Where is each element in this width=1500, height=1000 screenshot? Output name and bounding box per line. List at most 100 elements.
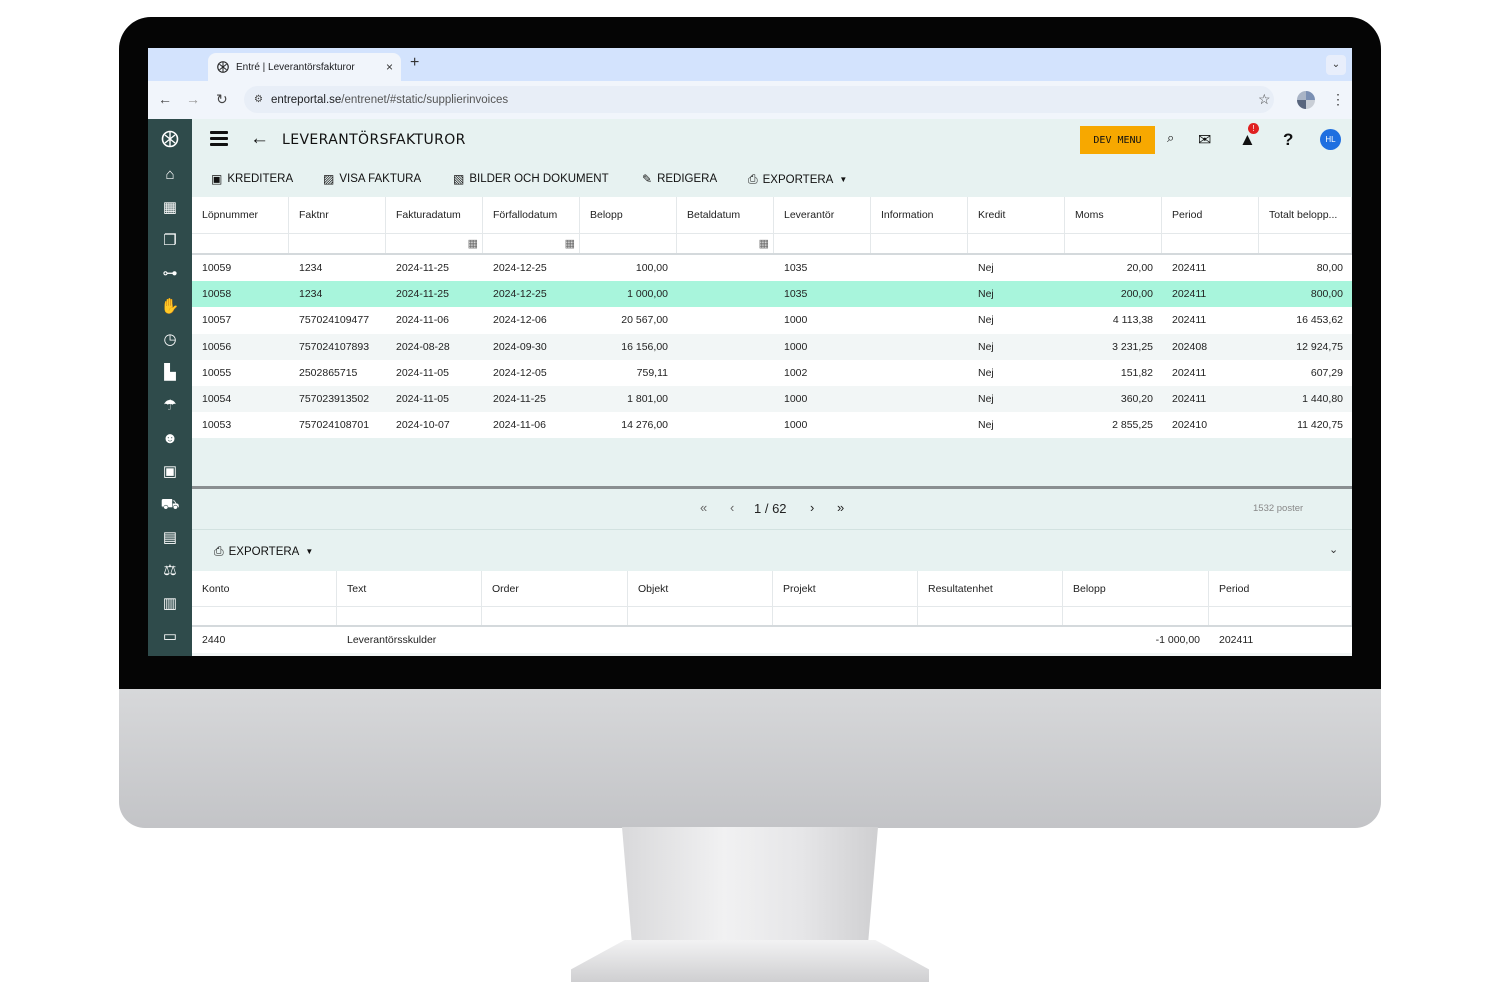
laptop-icon[interactable]: ▭ bbox=[159, 627, 181, 647]
filter-input[interactable] bbox=[482, 607, 628, 625]
calculator-icon[interactable]: ▦ bbox=[159, 198, 181, 218]
address-bar[interactable]: ⚙ entreportal.se/entrenet/#static/suppli… bbox=[244, 86, 1274, 113]
filter-input[interactable] bbox=[337, 607, 482, 625]
filter-input[interactable] bbox=[1065, 234, 1162, 253]
table-row[interactable]: 10055 2502865715 2024-11-05 2024-12-05 759,1… bbox=[192, 360, 1352, 386]
reload-icon[interactable]: ↻ bbox=[216, 91, 228, 108]
collapse-chevron-icon[interactable]: ⌄ bbox=[1329, 543, 1338, 556]
column-header[interactable]: Löpnummer bbox=[192, 197, 289, 233]
filter-input[interactable] bbox=[192, 607, 337, 625]
clock-icon[interactable]: ◷ bbox=[159, 330, 181, 350]
filter-input[interactable] bbox=[1259, 234, 1352, 253]
hand-holding-icon[interactable]: ☂ bbox=[159, 396, 181, 416]
home-icon[interactable]: ⌂ bbox=[159, 165, 181, 185]
browser-menu-icon[interactable]: ⋮ bbox=[1331, 91, 1345, 108]
table-row[interactable]: 10053 757024108701 2024-10-07 2024-11-06 14 … bbox=[192, 412, 1352, 438]
column-header[interactable]: Kredit bbox=[968, 197, 1065, 233]
envelope-icon[interactable]: ✉ bbox=[1198, 130, 1211, 150]
calendar-icon[interactable]: ▦ bbox=[565, 237, 575, 250]
column-header[interactable]: Moms bbox=[1065, 197, 1162, 233]
table-row[interactable]: 2640Ingående moms 200,00202411 bbox=[192, 653, 1352, 656]
money-icon[interactable]: ▤ bbox=[159, 528, 181, 548]
last-page-icon[interactable]: » bbox=[837, 500, 844, 515]
table-row[interactable]: 10057 757024109477 2024-11-06 2024-12-06 20 … bbox=[192, 307, 1352, 333]
bilder-och-dokument-button[interactable]: ▧ BILDER OCH DOKUMENT bbox=[453, 172, 609, 186]
table-cell bbox=[871, 307, 968, 333]
truck-icon[interactable]: ⛟ bbox=[159, 495, 181, 515]
column-header[interactable]: Förfallodatum bbox=[483, 197, 580, 233]
column-header[interactable]: Faktnr bbox=[289, 197, 386, 233]
column-header[interactable]: Projekt bbox=[773, 571, 918, 606]
filter-input[interactable] bbox=[774, 234, 871, 253]
filter-input[interactable] bbox=[1063, 607, 1209, 625]
new-tab-button[interactable]: + bbox=[410, 54, 419, 72]
column-header[interactable]: Belopp bbox=[1063, 571, 1209, 606]
exportera-button[interactable]: ⎙ EXPORTERA ▼ bbox=[748, 172, 847, 187]
caret-down-icon: ▼ bbox=[839, 175, 848, 184]
search-icon[interactable]: ⌕ bbox=[1167, 130, 1174, 146]
filter-input[interactable] bbox=[192, 234, 289, 253]
industry-icon[interactable]: ▙ bbox=[159, 363, 181, 383]
table-row[interactable]: 10058 1234 2024-11-25 2024-12-25 1 000,00 103… bbox=[192, 281, 1352, 308]
table-row[interactable]: 10059 1234 2024-11-25 2024-12-25 100,00 1035 N… bbox=[192, 255, 1352, 281]
filter-input[interactable]: ▦ bbox=[386, 234, 483, 253]
table-row[interactable]: 10056 757024107893 2024-08-28 2024-09-30 16 … bbox=[192, 333, 1352, 360]
help-icon[interactable]: ? bbox=[1283, 130, 1293, 150]
filter-input[interactable] bbox=[628, 607, 773, 625]
bar-chart-icon[interactable]: ▥ bbox=[159, 594, 181, 614]
entre-logo-icon[interactable] bbox=[159, 129, 181, 149]
dev-menu-button[interactable]: DEV MENU bbox=[1080, 126, 1155, 154]
user-avatar[interactable]: HL bbox=[1320, 129, 1341, 150]
column-header[interactable]: Information bbox=[871, 197, 968, 233]
column-header[interactable]: Resultatenhet bbox=[918, 571, 1063, 606]
org-chart-icon[interactable]: ⊶ bbox=[159, 264, 181, 284]
filter-input[interactable] bbox=[1162, 234, 1259, 253]
filter-input[interactable] bbox=[968, 234, 1065, 253]
filter-input[interactable] bbox=[918, 607, 1063, 625]
filter-input[interactable] bbox=[580, 234, 677, 253]
prev-page-icon[interactable]: ‹ bbox=[730, 500, 734, 515]
forward-arrow-icon[interactable]: → bbox=[186, 91, 200, 107]
filter-input[interactable] bbox=[773, 607, 918, 625]
calendar-icon[interactable]: ▦ bbox=[468, 237, 478, 250]
column-header[interactable]: Konto bbox=[192, 571, 337, 606]
next-page-icon[interactable]: › bbox=[810, 500, 814, 515]
money-bill-icon[interactable]: ▣ bbox=[159, 462, 181, 482]
visa-faktura-button[interactable]: ▨ VISA FAKTURA bbox=[323, 172, 421, 186]
column-header[interactable]: Period bbox=[1162, 197, 1259, 233]
users-icon[interactable]: ☻ bbox=[159, 429, 181, 449]
filter-input[interactable] bbox=[1209, 607, 1352, 625]
copy-documents-icon[interactable]: ❐ bbox=[159, 231, 181, 251]
calendar-icon[interactable]: ▦ bbox=[759, 237, 769, 250]
column-header[interactable]: Text bbox=[337, 571, 482, 606]
tab-search-chevron-icon[interactable]: ⌄ bbox=[1326, 55, 1346, 75]
column-header[interactable]: Leverantör bbox=[774, 197, 871, 233]
filter-input[interactable]: ▦ bbox=[483, 234, 580, 253]
first-page-icon[interactable]: « bbox=[700, 500, 707, 515]
close-tab-icon[interactable]: × bbox=[386, 60, 393, 74]
column-header[interactable]: Objekt bbox=[628, 571, 773, 606]
column-header[interactable]: Totalt belopp... bbox=[1259, 197, 1352, 233]
detail-exportera-button[interactable]: ⎙ EXPORTERA ▼ bbox=[214, 544, 313, 559]
table-row[interactable]: 2440 Leverantörsskulder -1 000,00 202411 bbox=[192, 627, 1352, 653]
column-header[interactable]: Period bbox=[1209, 571, 1352, 606]
table-row[interactable]: 10054 757023913502 2024-11-05 2024-11-25 1 8… bbox=[192, 385, 1352, 413]
browser-tab[interactable]: Entré | Leverantörsfakturor × bbox=[208, 53, 401, 81]
site-info-icon[interactable]: ⚙ bbox=[254, 94, 263, 105]
column-header[interactable]: Fakturadatum bbox=[386, 197, 483, 233]
handshake-icon[interactable]: ✋ bbox=[159, 297, 181, 317]
filter-input[interactable]: ▦ bbox=[677, 234, 774, 253]
balance-scale-icon[interactable]: ⚖ bbox=[159, 561, 181, 581]
column-header[interactable]: Order bbox=[482, 571, 628, 606]
back-arrow-icon[interactable]: ← bbox=[250, 128, 269, 150]
filter-input[interactable] bbox=[289, 234, 386, 253]
kreditera-button[interactable]: ▣ KREDITERA bbox=[211, 172, 293, 186]
column-header[interactable]: Belopp bbox=[580, 197, 677, 233]
redigera-button[interactable]: ✎ REDIGERA bbox=[642, 172, 717, 186]
filter-input[interactable] bbox=[871, 234, 968, 253]
bookmark-star-icon[interactable]: ☆ bbox=[1258, 91, 1271, 108]
column-header[interactable]: Betaldatum bbox=[677, 197, 774, 233]
profile-avatar[interactable] bbox=[1297, 91, 1315, 109]
back-arrow-icon[interactable]: ← bbox=[158, 91, 172, 107]
hamburger-menu-icon[interactable] bbox=[210, 131, 228, 149]
